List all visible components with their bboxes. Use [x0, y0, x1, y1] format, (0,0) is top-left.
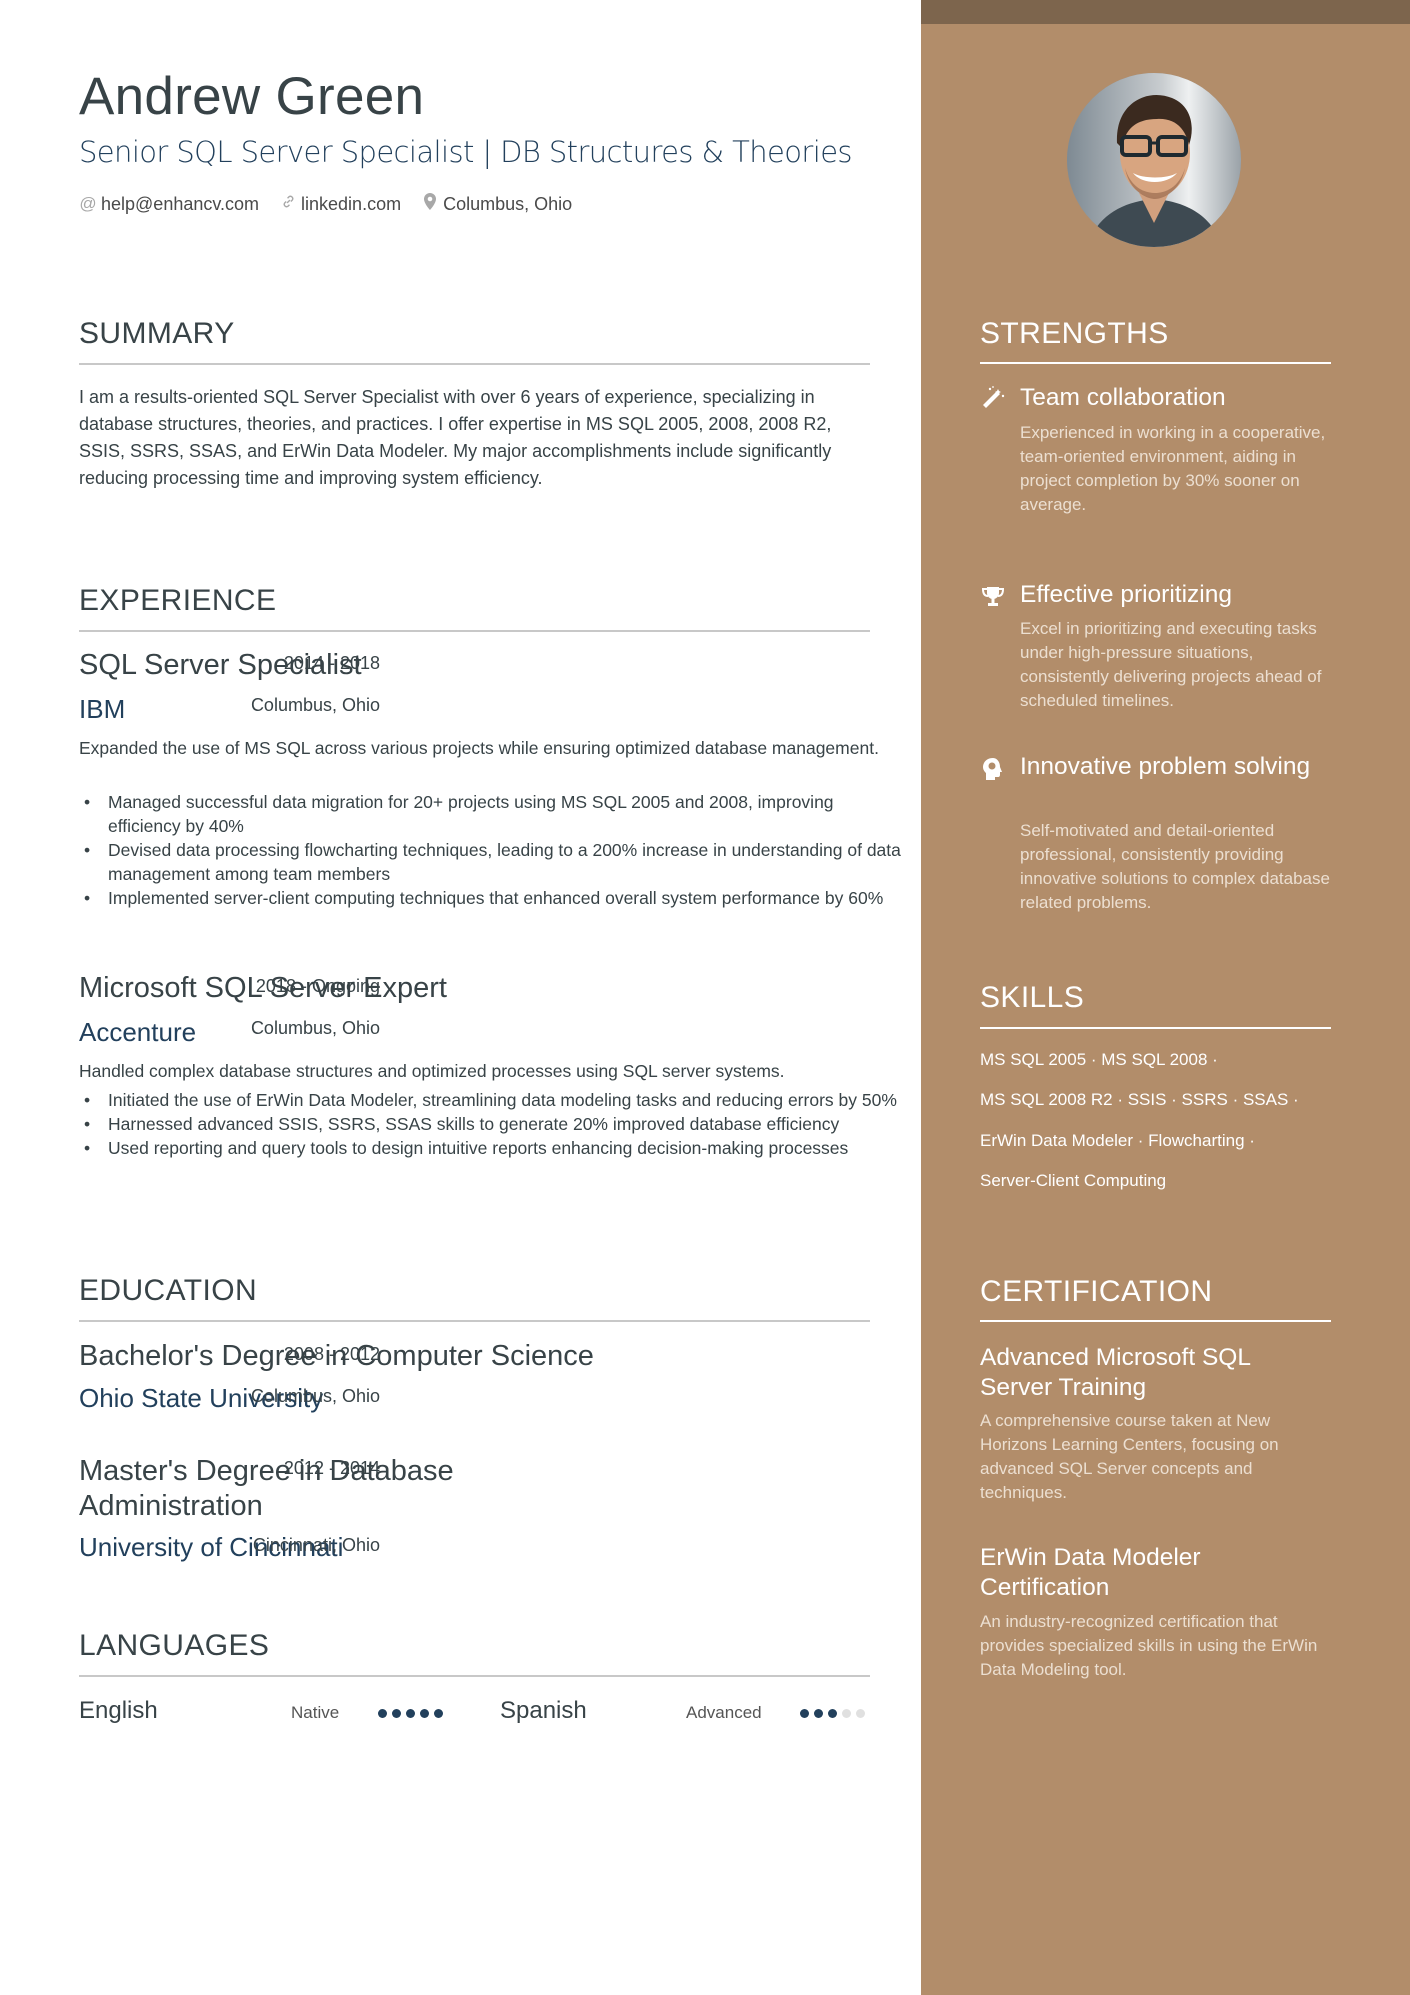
skills-line: ErWin Data Modeler · Flowcharting · — [980, 1131, 1255, 1150]
language-level: Advanced — [686, 1703, 762, 1722]
languages-heading: LANGUAGES — [79, 1629, 270, 1662]
strength-title: Team collaboration — [1020, 384, 1226, 411]
experience-heading: EXPERIENCE — [79, 584, 277, 617]
languages-divider — [79, 1675, 870, 1677]
candidate-name: Andrew Green — [79, 67, 425, 126]
education-location: Columbus, Ohio — [250, 1386, 380, 1406]
contact-email[interactable]: @ help@enhancv.com — [79, 193, 259, 215]
skills-line: MS SQL 2008 R2 · SSIS · SSRS · SSAS · — [980, 1090, 1299, 1109]
rating-dot-filled — [378, 1709, 387, 1718]
rating-dot-empty — [856, 1709, 865, 1718]
education-location: Cincinnati, Ohio — [252, 1535, 380, 1555]
education-divider — [79, 1320, 870, 1322]
location-pin-icon — [421, 193, 439, 215]
strength-description: Self-motivated and detail-oriented profe… — [1020, 821, 1330, 912]
rating-dot-filled — [406, 1709, 415, 1718]
education-dates: 2012 - 2014 — [283, 1458, 380, 1478]
skills-line: Server-Client Computing — [980, 1171, 1167, 1190]
rating-dot-filled — [392, 1709, 401, 1718]
strength-title: Innovative problem solving — [1020, 753, 1311, 780]
link-icon — [279, 194, 297, 214]
location-text: Columbus, Ohio — [443, 193, 573, 214]
job-bullet: Managed successful data migration for 20… — [84, 790, 908, 838]
contact-line: @ help@enhancv.com linkedin.com Columbus… — [79, 193, 572, 215]
at-icon: @ — [79, 194, 97, 213]
rating-dot-empty — [842, 1709, 851, 1718]
job-location: Columbus, Ohio — [250, 695, 380, 715]
strengths-divider — [980, 362, 1331, 364]
magic-wand-icon — [980, 385, 1006, 411]
language-rating — [378, 1709, 443, 1718]
contact-location: Columbus, Ohio — [421, 193, 572, 215]
linkedin-text: linkedin.com — [301, 193, 402, 214]
language-level: Native — [291, 1703, 340, 1722]
job-bullet: Used reporting and query tools to design… — [84, 1136, 908, 1160]
strength-description: Excel in prioritizing and executing task… — [1020, 619, 1322, 710]
rating-dot-filled — [420, 1709, 429, 1718]
rating-dot-filled — [814, 1709, 823, 1718]
head-brain-icon — [980, 756, 1006, 782]
language-name: English — [79, 1697, 158, 1724]
contact-linkedin[interactable]: linkedin.com — [279, 193, 401, 215]
profile-photo — [1067, 73, 1241, 247]
trophy-icon — [980, 584, 1006, 610]
summary-text: I am a results-oriented SQL Server Speci… — [79, 387, 832, 488]
certification-divider — [980, 1320, 1331, 1322]
certification-description: An industry-recognized certification tha… — [980, 1612, 1318, 1679]
job-bullets: Managed successful data migration for 20… — [79, 790, 908, 910]
job-bullets: Initiated the use of ErWin Data Modeler,… — [79, 1088, 908, 1160]
experience-divider — [79, 630, 870, 632]
job-dates: 2014 - 2018 — [283, 653, 380, 673]
certification-heading: CERTIFICATION — [980, 1275, 1213, 1308]
skills-heading: SKILLS — [980, 981, 1085, 1014]
job-location: Columbus, Ohio — [250, 1018, 380, 1038]
rating-dot-filled — [800, 1709, 809, 1718]
main-column: Andrew Green Senior SQL Server Specialis… — [0, 0, 921, 1995]
job-dates: 2018 - Ongoing — [255, 976, 380, 996]
strengths-heading: STRENGTHS — [980, 317, 1169, 350]
certification-title: Advanced Microsoft SQL Server Training — [980, 1344, 1251, 1401]
summary-divider — [79, 363, 870, 365]
skills-divider — [980, 1027, 1331, 1029]
sidebar: STRENGTHS Team collaboration Experienced… — [921, 0, 1410, 1995]
rating-dot-filled — [434, 1709, 443, 1718]
certification-description: A comprehensive course taken at New Hori… — [980, 1411, 1279, 1502]
strength-title: Effective prioritizing — [1020, 581, 1232, 608]
job-bullet: Implemented server-client computing tech… — [84, 886, 908, 910]
skills-line: MS SQL 2005 · MS SQL 2008 · — [980, 1050, 1218, 1069]
sidebar-top-band — [921, 0, 1410, 24]
languages-row: English Native Spanish Advanced — [79, 1697, 870, 1731]
language-rating — [800, 1709, 865, 1718]
job-description: Handled complex database structures and … — [79, 1061, 785, 1081]
education-heading: EDUCATION — [79, 1274, 258, 1307]
headline: Senior SQL Server Specialist | DB Struct… — [79, 135, 853, 169]
education-dates: 2008 - 2012 — [283, 1344, 380, 1364]
summary-heading: SUMMARY — [79, 317, 235, 350]
job-bullet: Harnessed advanced SSIS, SSRS, SSAS skil… — [84, 1112, 908, 1136]
job-bullet: Devised data processing flowcharting tec… — [84, 838, 908, 886]
strength-description: Experienced in working in a cooperative,… — [1020, 423, 1326, 514]
language-name: Spanish — [500, 1697, 587, 1724]
job-description: Expanded the use of MS SQL across variou… — [79, 738, 879, 758]
email-text: help@enhancv.com — [101, 193, 260, 214]
job-bullet: Initiated the use of ErWin Data Modeler,… — [84, 1088, 908, 1112]
certification-title: ErWin Data Modeler Certification — [980, 1544, 1201, 1601]
job-company: IBM — [79, 694, 126, 724]
rating-dot-filled — [828, 1709, 837, 1718]
job-company: Accenture — [79, 1017, 197, 1047]
